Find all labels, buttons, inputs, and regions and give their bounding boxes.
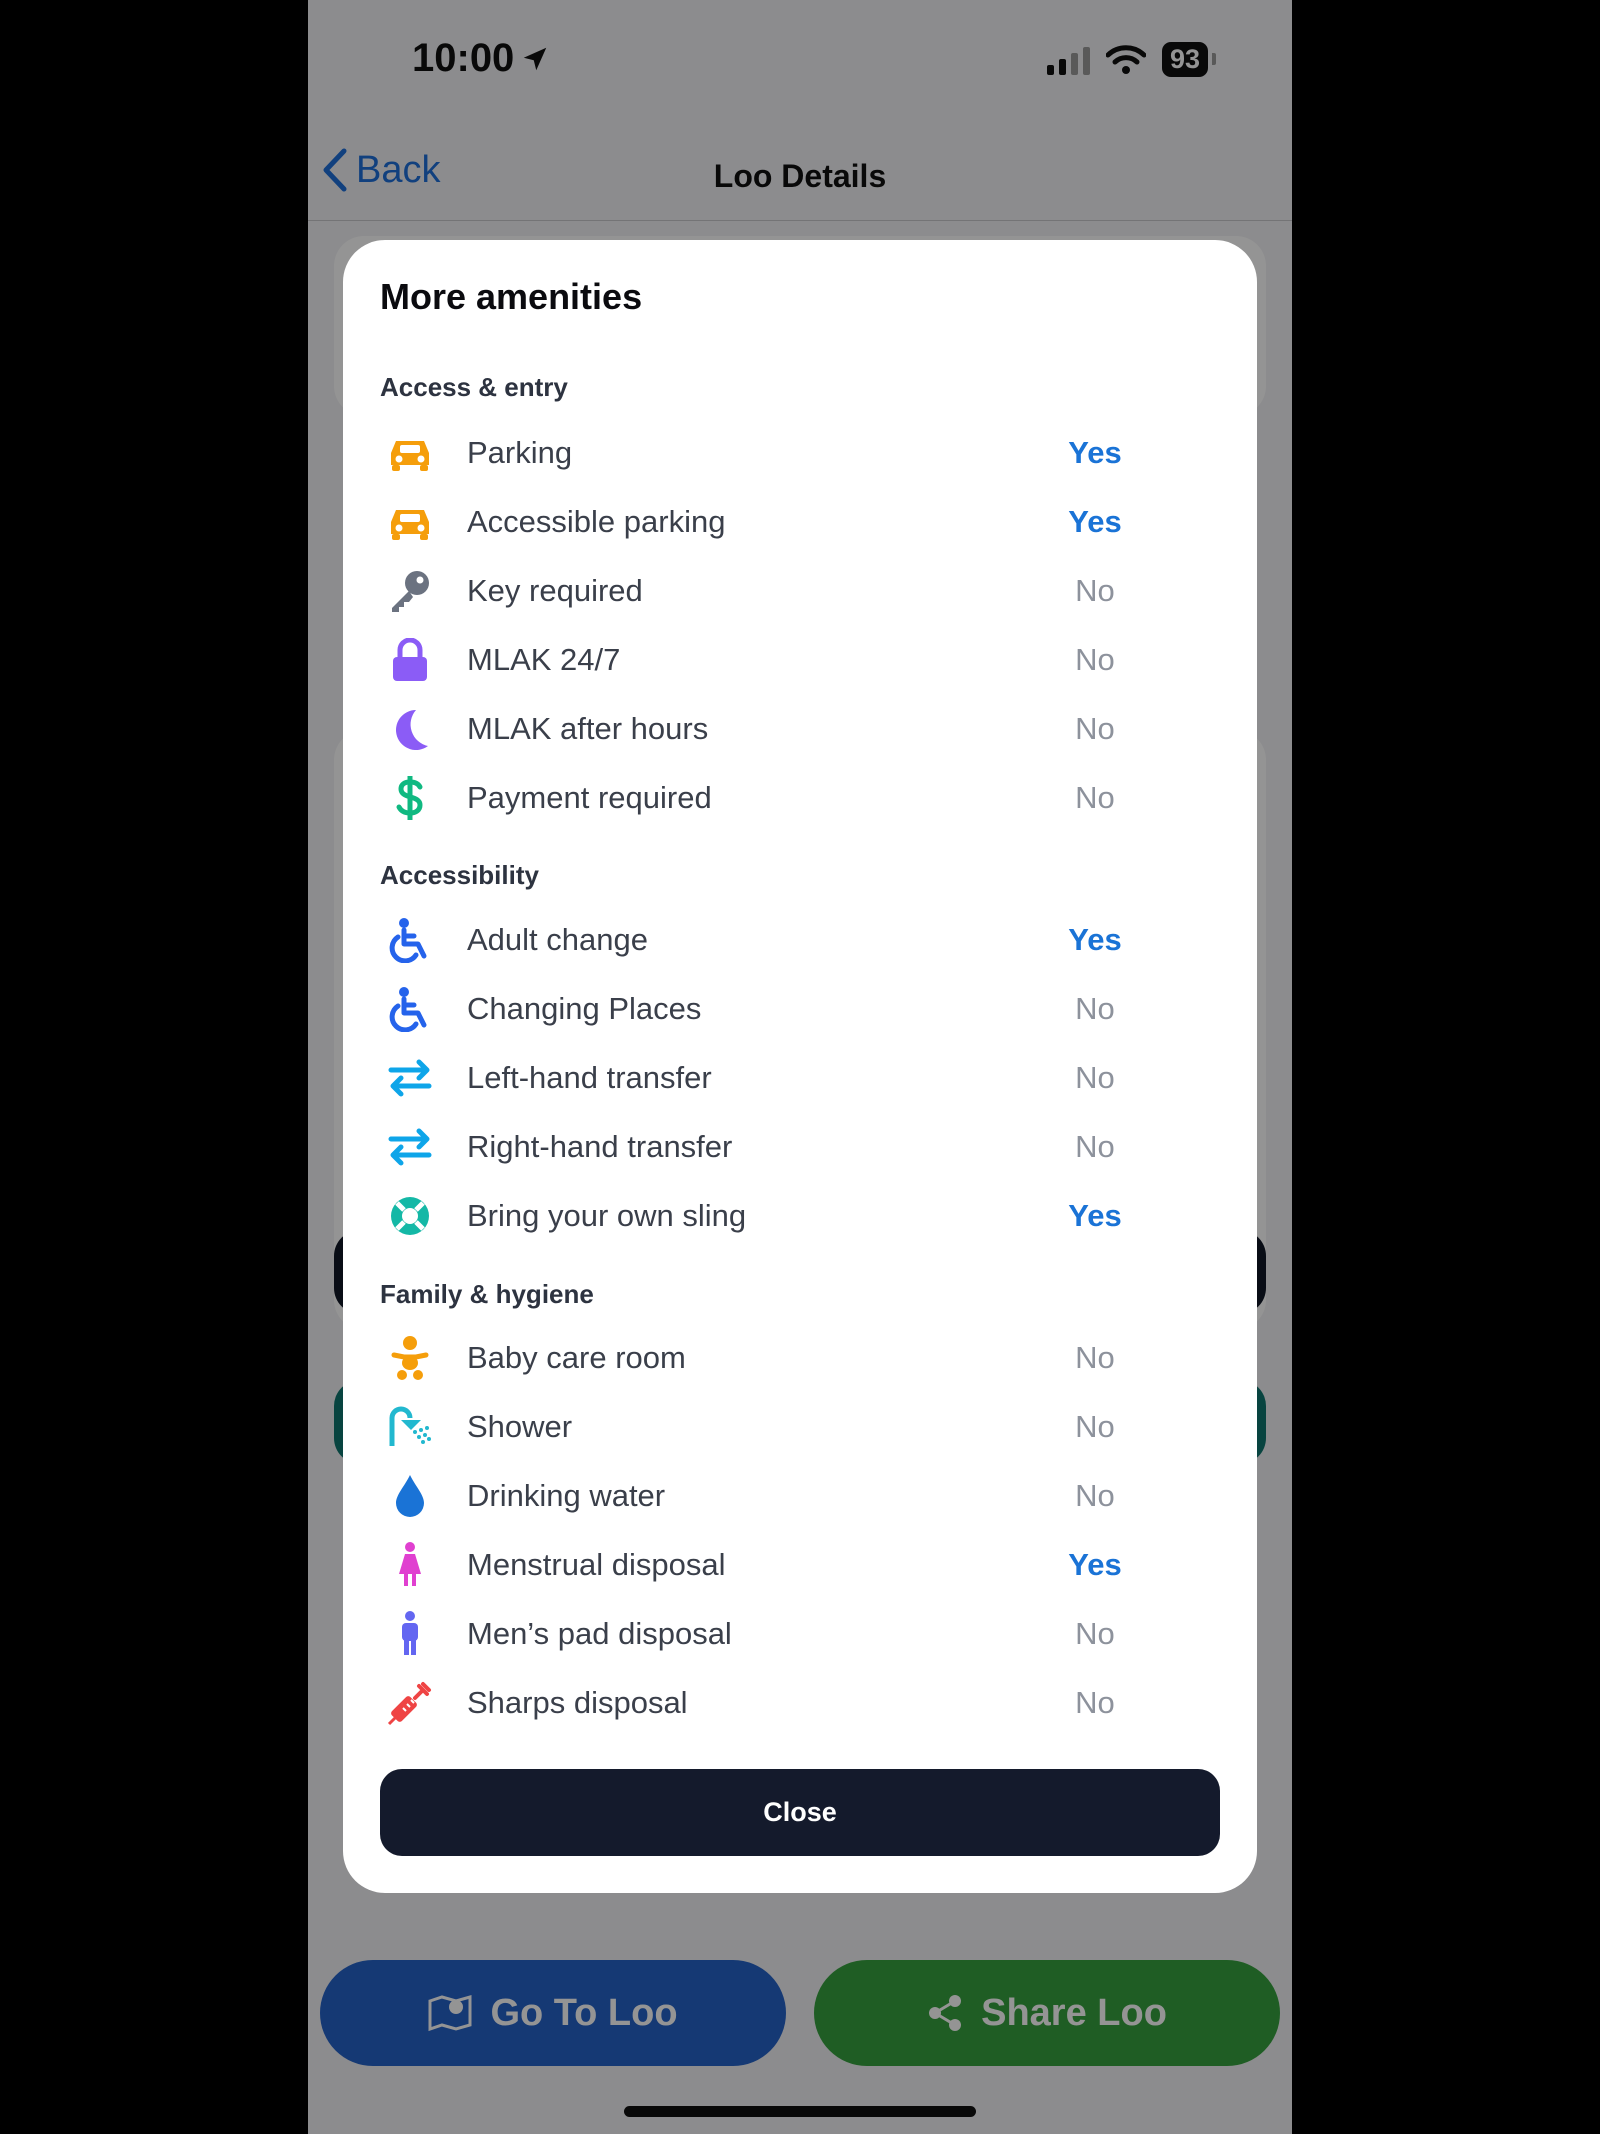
more-amenities-modal: More amenities Access & entry Parking Ye… xyxy=(343,240,1257,1893)
amenity-label: Parking xyxy=(467,435,573,470)
amenity-value: No xyxy=(1075,1129,1115,1164)
amenity-row-bring-your-own-sling: Bring your own sling Yes xyxy=(380,1186,1140,1246)
section-heading-family-hygiene: Family & hygiene xyxy=(380,1279,594,1309)
wheelchair-icon xyxy=(380,979,440,1039)
key-icon xyxy=(380,561,440,621)
amenity-row-mens-pad-disposal: Men’s pad disposal No xyxy=(380,1604,1140,1664)
amenity-value: No xyxy=(1075,711,1115,746)
amenity-row-baby-care-room: Baby care room No xyxy=(380,1328,1140,1388)
amenity-label: MLAK after hours xyxy=(467,711,709,746)
amenity-value: No xyxy=(1075,1060,1115,1095)
moon-icon xyxy=(380,699,440,759)
dollar-icon xyxy=(380,768,440,828)
wheelchair-icon xyxy=(380,910,440,970)
amenity-label: Sharps disposal xyxy=(467,1685,688,1720)
amenity-value: No xyxy=(1075,642,1115,677)
amenity-label: Shower xyxy=(467,1409,573,1444)
modal-title: More amenities xyxy=(380,276,643,317)
amenity-row-accessible-parking: Accessible parking Yes xyxy=(380,492,1140,552)
amenity-row-shower: Shower No xyxy=(380,1397,1140,1457)
amenity-value: Yes xyxy=(1068,922,1122,957)
shower-icon xyxy=(380,1397,440,1457)
lock-icon xyxy=(380,630,440,690)
lifebuoy-icon xyxy=(380,1186,440,1246)
amenity-label: Drinking water xyxy=(467,1478,666,1513)
amenity-value: No xyxy=(1075,1409,1115,1444)
amenity-value: No xyxy=(1075,573,1115,608)
amenity-label: Adult change xyxy=(467,922,648,957)
amenity-label: Left-hand transfer xyxy=(467,1060,712,1095)
amenity-value: No xyxy=(1075,1340,1115,1375)
amenity-label: Payment required xyxy=(467,780,712,815)
syringe-icon xyxy=(380,1673,440,1733)
amenity-row-mlak-after-hours: MLAK after hours No xyxy=(380,699,1140,759)
amenity-row-right-hand-transfer: Right-hand transfer No xyxy=(380,1117,1140,1177)
amenity-label: Menstrual disposal xyxy=(467,1547,726,1582)
amenity-value: Yes xyxy=(1068,435,1122,470)
amenity-row-changing-places: Changing Places No xyxy=(380,979,1140,1039)
section-heading-access-entry: Access & entry xyxy=(380,372,568,402)
amenity-label: Changing Places xyxy=(467,991,702,1026)
amenity-value: No xyxy=(1075,1685,1115,1720)
amenity-label: Right-hand transfer xyxy=(467,1129,733,1164)
close-button-label: Close xyxy=(763,1797,837,1827)
amenity-value: No xyxy=(1075,780,1115,815)
transfer-arrows-icon xyxy=(380,1048,440,1108)
amenity-value: Yes xyxy=(1068,1547,1122,1582)
amenity-row-sharps-disposal: Sharps disposal No xyxy=(380,1673,1140,1733)
water-drop-icon xyxy=(380,1466,440,1526)
amenity-value: No xyxy=(1075,991,1115,1026)
amenity-row-adult-change: Adult change Yes xyxy=(380,910,1140,970)
amenity-value: No xyxy=(1075,1478,1115,1513)
amenity-value: Yes xyxy=(1068,504,1122,539)
close-button[interactable]: Close xyxy=(380,1769,1220,1856)
amenity-value: Yes xyxy=(1068,1198,1122,1233)
amenity-label: MLAK 24/7 xyxy=(467,642,621,677)
phone-screen: 10:00 93 Back Loo Details Go To Loo Shar… xyxy=(308,0,1292,2134)
male-icon xyxy=(380,1604,440,1664)
amenity-value: No xyxy=(1075,1616,1115,1651)
amenity-row-mlak-24-7: MLAK 24/7 No xyxy=(380,630,1140,690)
car-icon xyxy=(380,423,440,483)
amenity-label: Bring your own sling xyxy=(467,1198,747,1233)
amenity-label: Baby care room xyxy=(467,1340,686,1375)
amenity-row-key-required: Key required No xyxy=(380,561,1140,621)
amenity-label: Key required xyxy=(467,573,643,608)
amenity-label: Accessible parking xyxy=(467,504,726,539)
amenity-row-payment-required: Payment required No xyxy=(380,768,1140,828)
section-heading-accessibility: Accessibility xyxy=(380,860,539,890)
amenity-label: Men’s pad disposal xyxy=(467,1616,732,1651)
amenity-row-drinking-water: Drinking water No xyxy=(380,1466,1140,1526)
amenity-row-left-hand-transfer: Left-hand transfer No xyxy=(380,1048,1140,1108)
female-icon xyxy=(380,1535,440,1595)
amenity-row-parking: Parking Yes xyxy=(380,423,1140,483)
car-icon xyxy=(380,492,440,552)
baby-icon xyxy=(380,1328,440,1388)
amenity-row-menstrual-disposal: Menstrual disposal Yes xyxy=(380,1535,1140,1595)
transfer-arrows-icon xyxy=(380,1117,440,1177)
